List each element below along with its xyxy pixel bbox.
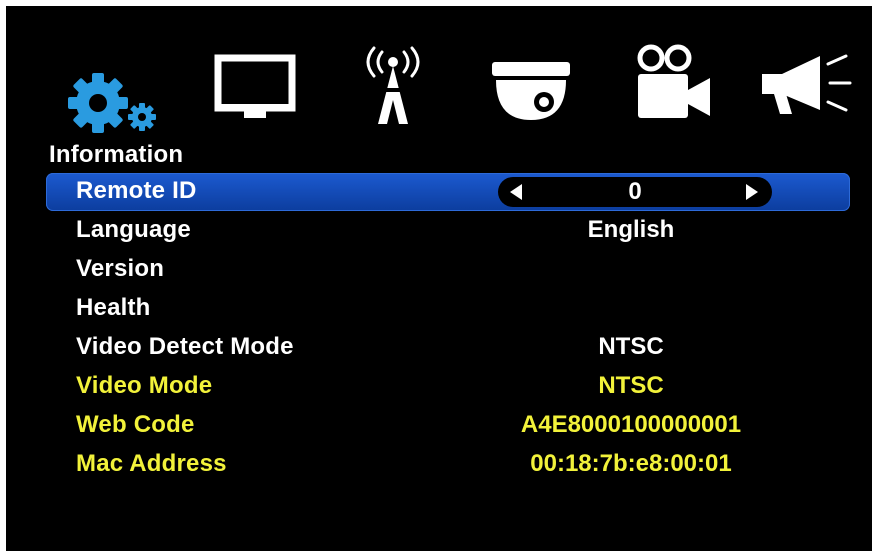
- alarm-megaphone-icon[interactable]: [758, 50, 854, 120]
- menu-row-remote-id[interactable]: Remote ID 0: [46, 173, 850, 211]
- row-label: Video Detect Mode: [76, 333, 294, 360]
- row-label: Language: [76, 216, 191, 243]
- row-label: Health: [76, 294, 151, 321]
- dome-camera-icon[interactable]: [486, 58, 576, 128]
- osd-menu-screen: Information Remote ID 0 Language English…: [6, 6, 872, 551]
- menu-row-mac-address: Mac Address 00:18:7b:e8:00:01: [46, 446, 850, 484]
- row-label: Version: [76, 255, 165, 282]
- menu-row-video-mode: Video Mode NTSC: [46, 368, 850, 406]
- row-label: Web Code: [76, 411, 195, 438]
- row-value: English: [587, 216, 675, 243]
- menu-row-language[interactable]: Language English: [46, 212, 850, 250]
- menu-row-web-code: Web Code A4E8000100000001: [46, 407, 850, 445]
- network-tower-icon[interactable]: [358, 44, 428, 124]
- remote-id-value: 0: [628, 178, 642, 205]
- arrow-left-icon[interactable]: [510, 184, 524, 200]
- row-value: NTSC: [598, 333, 664, 360]
- remote-id-spinner[interactable]: 0: [498, 177, 772, 207]
- video-record-icon[interactable]: [634, 40, 714, 124]
- arrow-right-icon[interactable]: [744, 184, 758, 200]
- section-title: Information: [49, 141, 184, 168]
- menu-row-video-detect-mode[interactable]: Video Detect Mode NTSC: [46, 329, 850, 367]
- row-label: Mac Address: [76, 450, 227, 477]
- row-value: NTSC: [598, 372, 664, 399]
- display-monitor-icon[interactable]: [214, 54, 296, 124]
- row-label: Video Mode: [76, 372, 213, 399]
- menu-row-health[interactable]: Health: [46, 290, 850, 328]
- settings-gears-icon[interactable]: [64, 61, 164, 141]
- menu-row-version[interactable]: Version: [46, 251, 850, 289]
- row-label: Remote ID: [76, 177, 197, 204]
- row-value: A4E8000100000001: [520, 411, 742, 438]
- category-icon-bar: [6, 36, 872, 136]
- row-value: 00:18:7b:e8:00:01: [530, 450, 732, 477]
